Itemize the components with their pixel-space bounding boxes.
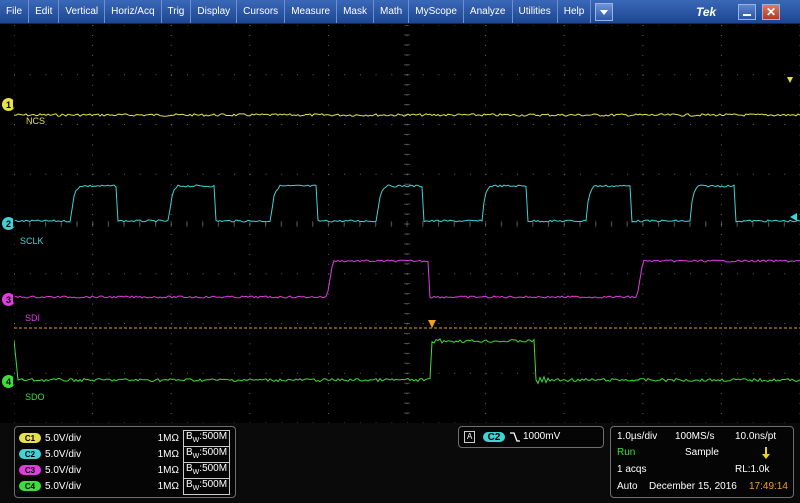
ch2-scale: 5.0V/div xyxy=(45,448,82,460)
ch4-offscreen-arrow xyxy=(787,77,793,83)
ch1-label: NCS xyxy=(26,116,46,126)
ch4-scale: 5.0V/div xyxy=(45,480,82,492)
trigger-settings-panel[interactable]: A C2 1000mV xyxy=(458,426,604,448)
ch1-badge: C1 xyxy=(19,433,41,443)
ch4-readout[interactable]: C4 5.0V/div 1MΩ BW:500M xyxy=(19,477,233,495)
ch3-bandwidth-value: 500M xyxy=(202,462,228,474)
brand-logo: Tek xyxy=(696,5,717,19)
ch2-coupling: 1MΩ xyxy=(157,448,179,460)
waveform-ch1 xyxy=(14,113,800,117)
time-resolution: 10.0ns/pt xyxy=(735,431,777,442)
horizontal-settings-panel[interactable]: 1.0µs/div 100MS/s 10.0ns/pt Run Sample 1… xyxy=(610,426,794,498)
time-per-div: 1.0µs/div xyxy=(617,431,658,442)
menu-vertical[interactable]: Vertical xyxy=(59,0,106,23)
menu-trig[interactable]: Trig xyxy=(162,0,192,23)
menu-file[interactable]: File xyxy=(0,0,30,23)
menu-math[interactable]: Math xyxy=(374,0,410,23)
ch2-trigger-level-arrow xyxy=(790,213,797,221)
acquisition-time: 17:49:14 xyxy=(749,481,788,492)
ch1-marker[interactable]: 1 xyxy=(2,98,18,111)
ch2-label: SCLK xyxy=(20,236,44,246)
ch2-marker[interactable]: 2 xyxy=(2,217,18,230)
ch3-badge: C3 xyxy=(19,465,41,475)
ch1-bandwidth: BW:500M xyxy=(183,429,231,447)
menu-help[interactable]: Help xyxy=(558,0,592,23)
acquisition-count: 1 acqs xyxy=(617,464,647,475)
minimize-button[interactable] xyxy=(738,4,756,20)
ch4-badge: C4 xyxy=(19,481,41,491)
close-button[interactable]: ✕ xyxy=(762,4,780,20)
menu-analyze[interactable]: Analyze xyxy=(464,0,513,23)
ch3-label: SDI xyxy=(25,313,41,323)
ch3-marker[interactable]: 3 xyxy=(2,293,18,306)
readout-area: C1 5.0V/div 1MΩ BW:500M C2 5.0V/div 1MΩ … xyxy=(0,423,800,503)
ch1-coupling: 1MΩ xyxy=(157,432,179,444)
ch4-marker[interactable]: 4 xyxy=(2,375,18,388)
ch1-scale: 5.0V/div xyxy=(45,432,82,444)
ch3-readout[interactable]: C3 5.0V/div 1MΩ BW:500M xyxy=(19,461,233,479)
ch4-bandwidth-value: 500M xyxy=(202,478,228,490)
ch4-label: SDO xyxy=(25,392,45,402)
ch1-readout[interactable]: C1 5.0V/div 1MΩ BW:500M xyxy=(19,429,233,447)
menu-mask[interactable]: Mask xyxy=(337,0,374,23)
acquisition-state[interactable]: Run xyxy=(617,447,635,458)
ch2-bandwidth: BW:500M xyxy=(183,445,231,463)
acquisition-date: December 15, 2016 xyxy=(649,481,737,492)
falling-edge-icon xyxy=(510,432,520,442)
vertical-settings-panel[interactable]: C1 5.0V/div 1MΩ BW:500M C2 5.0V/div 1MΩ … xyxy=(14,426,236,498)
menu-display[interactable]: Display xyxy=(191,0,238,23)
sample-rate: 100MS/s xyxy=(675,431,715,442)
record-length: RL:1.0k xyxy=(735,464,770,475)
acquisition-mode: Sample xyxy=(685,447,719,458)
menu-measure[interactable]: Measure xyxy=(285,0,338,23)
menu-edit[interactable]: Edit xyxy=(29,0,60,23)
waveform-ch2 xyxy=(14,184,800,223)
ch1-bandwidth-value: 500M xyxy=(202,430,228,442)
menu-horiz-acq[interactable]: Horiz/Acq xyxy=(105,0,162,23)
ch2-bandwidth-value: 500M xyxy=(202,446,228,458)
trigger-mode: Auto xyxy=(617,481,638,492)
ch3-scale: 5.0V/div xyxy=(45,464,82,476)
ch4-coupling: 1MΩ xyxy=(157,480,179,492)
ch3-coupling: 1MΩ xyxy=(157,464,179,476)
menu-dropdown-button[interactable] xyxy=(595,3,614,21)
trigger-level: 1000mV xyxy=(523,431,561,442)
waveform-ch3 xyxy=(14,259,800,299)
menu-cursors[interactable]: Cursors xyxy=(237,0,286,23)
trigger-mode-badge: A xyxy=(464,431,476,443)
graticule-grid xyxy=(14,25,800,423)
chevron-down-icon xyxy=(600,9,609,15)
ch2-badge: C2 xyxy=(19,449,41,459)
menu-bar: File Edit Vertical Horiz/Acq Trig Displa… xyxy=(0,0,800,24)
menu-myscope[interactable]: MyScope xyxy=(409,0,464,23)
ch3-bandwidth: BW:500M xyxy=(183,461,231,479)
trigger-source-badge: C2 xyxy=(483,432,505,443)
ch4-bandwidth: BW:500M xyxy=(183,477,231,495)
minimize-icon xyxy=(743,14,751,16)
waveform-ch4 xyxy=(14,338,800,385)
single-shot-icon xyxy=(762,447,770,459)
ch2-readout[interactable]: C2 5.0V/div 1MΩ BW:500M xyxy=(19,445,233,463)
menu-utilities[interactable]: Utilities xyxy=(513,0,558,23)
trigger-position-marker[interactable] xyxy=(428,320,436,328)
close-icon: ✕ xyxy=(765,5,777,19)
waveform-display[interactable] xyxy=(14,25,800,423)
